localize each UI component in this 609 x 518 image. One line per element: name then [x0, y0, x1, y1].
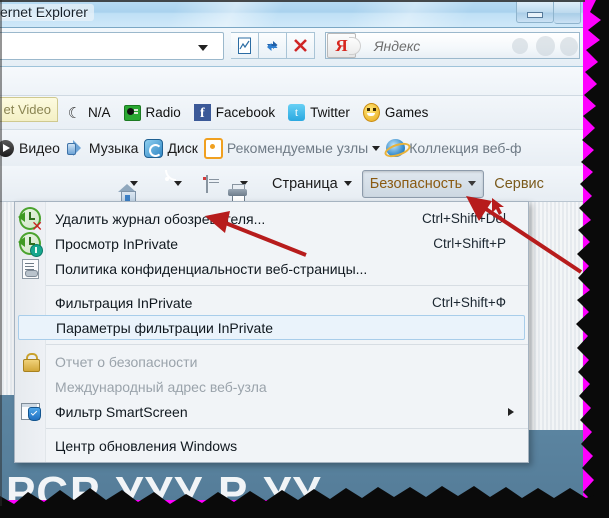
screenshot-stage: РСР УУУ Р УУ ernet Explorer Я Яндекс et … — [0, 0, 609, 518]
torn-edge-top-hairline — [0, 0, 585, 2]
torn-edge-right-black — [576, 0, 609, 518]
torn-edge-frame — [0, 0, 609, 518]
torn-edge-left-hairline — [0, 0, 2, 506]
torn-edge-bottom-black — [0, 486, 609, 518]
